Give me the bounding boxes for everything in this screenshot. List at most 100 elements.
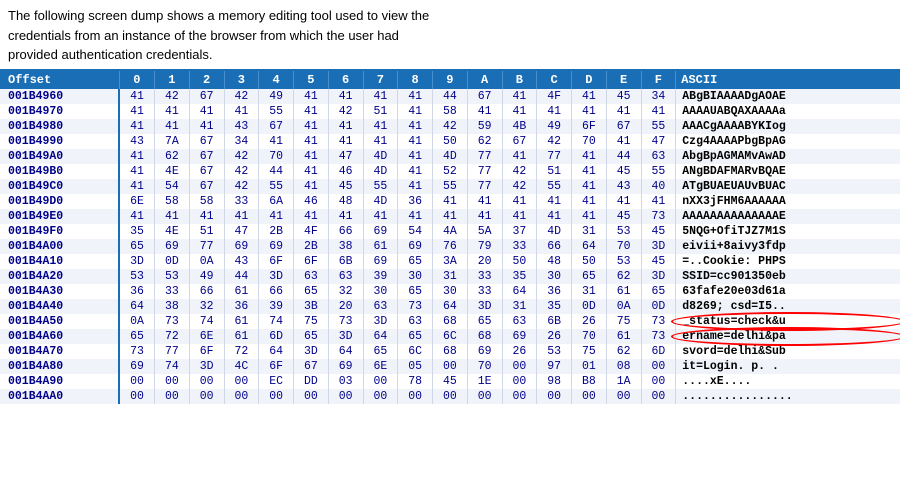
hex-cell: 41 [294, 164, 329, 179]
hex-cell: 43 [224, 254, 259, 269]
hex-cell: 68 [467, 329, 502, 344]
hex-cell: 6B [537, 314, 572, 329]
intro-paragraph: The following screen dump shows a memory… [0, 0, 900, 69]
hex-cell: 4C [224, 359, 259, 374]
hex-cell: 00 [641, 359, 676, 374]
hex-cell: 3D [119, 254, 154, 269]
hex-cell: 54 [398, 224, 433, 239]
hex-cell: 41 [294, 149, 329, 164]
hex-cell: 42 [502, 179, 537, 194]
hex-cell: 6F [259, 254, 294, 269]
offset-cell: 001B49C0 [0, 179, 119, 194]
hex-cell: 44 [433, 89, 468, 104]
hex-cell: 46 [294, 194, 329, 209]
hex-cell: 63 [328, 269, 363, 284]
hex-cell: 00 [189, 389, 224, 404]
hex-cell: 0D [572, 299, 607, 314]
hex-table-wrapper: Offset0123456789ABCDEFASCII 001B49604142… [0, 69, 900, 404]
hex-cell: 65 [467, 314, 502, 329]
offset-cell: 001B4970 [0, 104, 119, 119]
hex-cell: 61 [606, 284, 641, 299]
hex-cell: 41 [572, 149, 607, 164]
ascii-cell: eivii+8aivy3fdp [676, 239, 900, 254]
hex-cell: 53 [606, 224, 641, 239]
hex-cell: 44 [224, 269, 259, 284]
hex-cell: 77 [467, 179, 502, 194]
hex-cell: 3D [294, 344, 329, 359]
hex-cell: 49 [537, 119, 572, 134]
hex-cell: 50 [502, 254, 537, 269]
hex-cell: 67 [189, 164, 224, 179]
hex-cell: 42 [537, 134, 572, 149]
hex-cell: 5A [467, 224, 502, 239]
hex-cell: 50 [433, 134, 468, 149]
hex-cell: 6D [641, 344, 676, 359]
offset-cell: 001B4A20 [0, 269, 119, 284]
hex-cell: 69 [363, 224, 398, 239]
hex-dump-container: Offset0123456789ABCDEFASCII 001B49604142… [0, 69, 900, 404]
hex-cell: 43 [606, 179, 641, 194]
hex-cell: 53 [119, 269, 154, 284]
hex-cell: 0A [606, 299, 641, 314]
hex-cell: 70 [467, 359, 502, 374]
col-header-7: 7 [363, 71, 398, 89]
hex-cell: 00 [537, 389, 572, 404]
hex-cell: 4A [433, 224, 468, 239]
hex-cell: 64 [363, 329, 398, 344]
hex-cell: 44 [259, 164, 294, 179]
hex-cell: 41 [606, 134, 641, 149]
hex-cell: 69 [502, 329, 537, 344]
offset-cell: 001B4980 [0, 119, 119, 134]
table-row: 001B4AA000000000000000000000000000000000… [0, 389, 900, 404]
hex-cell: 41 [398, 209, 433, 224]
hex-cell: 41 [502, 149, 537, 164]
hex-cell: 77 [467, 149, 502, 164]
hex-cell: 66 [189, 284, 224, 299]
hex-cell: 41 [328, 89, 363, 104]
hex-cell: 65 [572, 269, 607, 284]
hex-cell: 33 [467, 284, 502, 299]
hex-cell: 0D [641, 299, 676, 314]
hex-cell: 61 [224, 314, 259, 329]
hex-cell: 77 [189, 239, 224, 254]
hex-cell: 41 [398, 179, 433, 194]
hex-cell: 48 [328, 194, 363, 209]
col-header-6: 6 [328, 71, 363, 89]
table-row: 001B49E041414141414141414141414141414573… [0, 209, 900, 224]
hex-cell: 65 [119, 239, 154, 254]
hex-cell: 41 [294, 134, 329, 149]
hex-cell: 41 [119, 149, 154, 164]
hex-cell: 33 [224, 194, 259, 209]
hex-cell: 67 [189, 134, 224, 149]
hex-cell: 3B [294, 299, 329, 314]
col-header-5: 5 [294, 71, 329, 89]
hex-cell: 58 [433, 104, 468, 119]
hex-cell: 41 [119, 104, 154, 119]
hex-cell: 00 [224, 374, 259, 389]
hex-cell: 73 [641, 209, 676, 224]
hex-cell: 35 [119, 224, 154, 239]
hex-cell: 41 [119, 119, 154, 134]
hex-cell: 66 [537, 239, 572, 254]
col-header-4: 4 [259, 71, 294, 89]
table-header: Offset0123456789ABCDEFASCII [0, 71, 900, 89]
hex-cell: 78 [398, 374, 433, 389]
hex-cell: 73 [398, 299, 433, 314]
hex-cell: 33 [155, 284, 190, 299]
hex-cell: 67 [189, 179, 224, 194]
hex-cell: 41 [572, 179, 607, 194]
offset-cell: 001B4A10 [0, 254, 119, 269]
col-header-F: F [641, 71, 676, 89]
hex-cell: 76 [433, 239, 468, 254]
hex-cell: 63 [641, 149, 676, 164]
hex-cell: 00 [502, 374, 537, 389]
hex-cell: 00 [502, 359, 537, 374]
table-row: 001B4A6065726E616D653D64656C686926706173… [0, 329, 900, 344]
hex-cell: 54 [155, 179, 190, 194]
hex-cell: 41 [363, 134, 398, 149]
hex-cell: 4D [433, 149, 468, 164]
hex-cell: 41 [398, 164, 433, 179]
hex-dump-table: Offset0123456789ABCDEFASCII 001B49604142… [0, 71, 900, 404]
hex-cell: 00 [119, 374, 154, 389]
offset-cell: 001B4A40 [0, 299, 119, 314]
